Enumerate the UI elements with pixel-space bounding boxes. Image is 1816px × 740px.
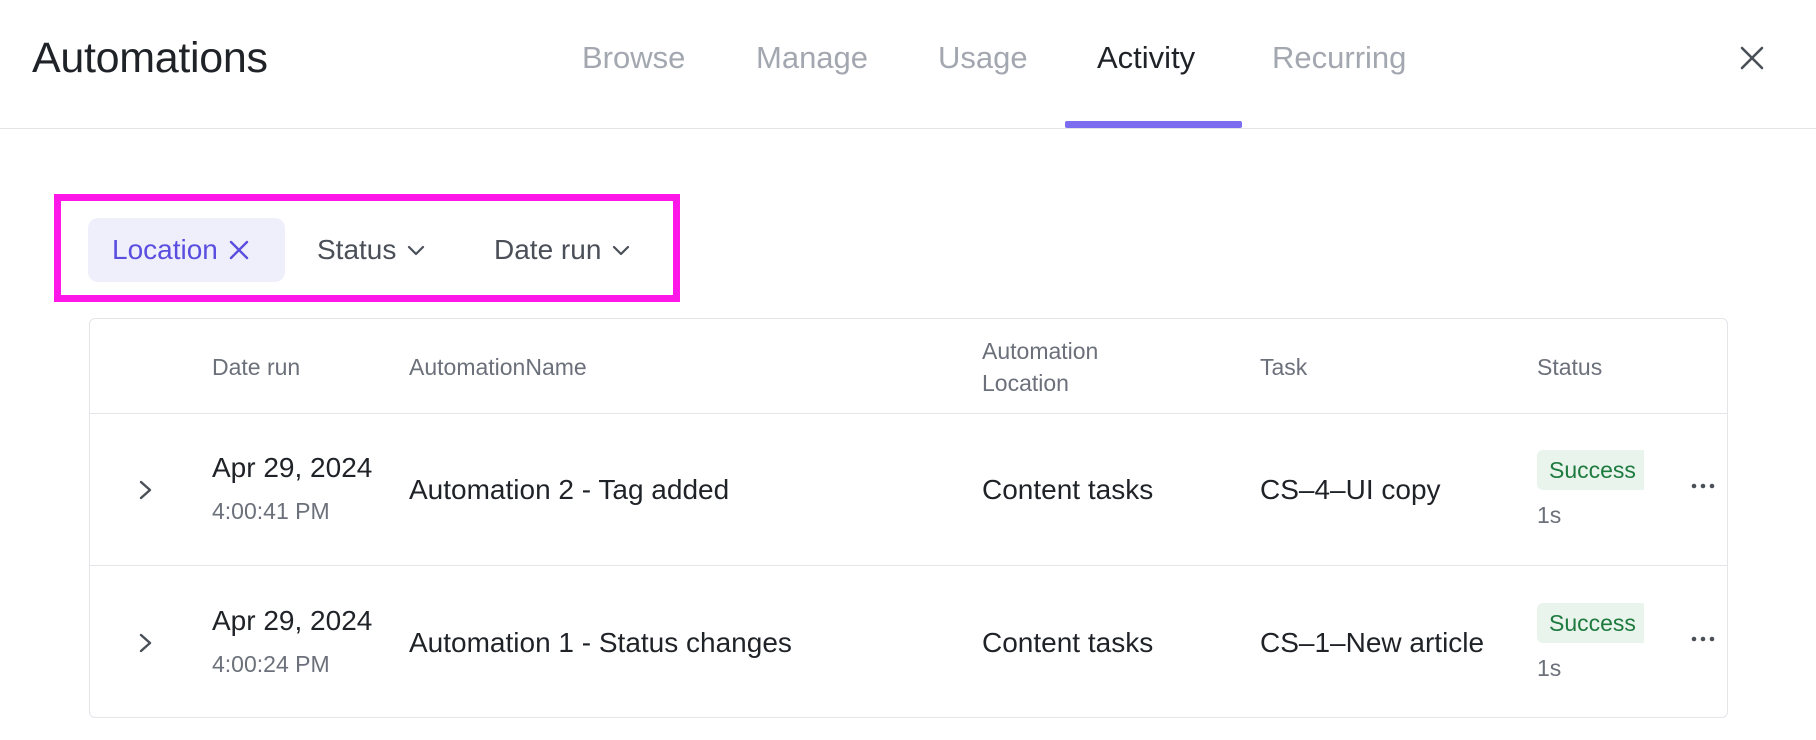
close-icon <box>1740 46 1764 70</box>
chevron-down-icon <box>408 245 425 256</box>
automation-location: Content tasks <box>982 474 1154 505</box>
chevron-right-icon <box>139 480 152 500</box>
more-actions-button[interactable] <box>1688 478 1718 494</box>
column-header-automation-location[interactable]: Automation Location <box>982 335 1098 399</box>
run-duration: 1s <box>1537 655 1562 681</box>
task-name[interactable]: CS–1–New article <box>1260 627 1484 659</box>
column-header-location-line1: Automation <box>982 338 1099 364</box>
app-header: Automations Browse Manage Usage Activity… <box>0 0 1816 129</box>
status-filter-dropdown[interactable]: Status <box>317 218 426 282</box>
tab-activity[interactable]: Activity <box>1097 40 1195 76</box>
tab-bar: Browse Manage Usage Activity Recurring <box>0 0 1816 129</box>
automation-location: Content tasks <box>982 627 1154 658</box>
table-row[interactable]: Apr 29, 2024 4:00:24 PM Automation 1 - S… <box>90 567 1727 717</box>
automation-name: Automation 2 - Tag added <box>409 474 730 505</box>
column-header-location-line2: Location <box>982 370 1069 396</box>
tab-recurring[interactable]: Recurring <box>1272 40 1406 76</box>
more-horizontal-icon <box>1691 636 1715 642</box>
close-icon[interactable] <box>228 239 250 261</box>
tab-usage[interactable]: Usage <box>938 40 1028 76</box>
run-time: 4:00:41 PM <box>212 498 330 524</box>
date-run-filter-dropdown[interactable]: Date run <box>494 218 631 282</box>
activity-table: Date run AutomationName Automation Locat… <box>89 318 1728 718</box>
location-filter-label: Location <box>112 234 218 265</box>
close-button[interactable] <box>1732 38 1772 78</box>
expand-row-button[interactable] <box>134 474 158 506</box>
status-badge: Success <box>1537 450 1644 490</box>
expand-row-button[interactable] <box>134 627 158 659</box>
tab-manage[interactable]: Manage <box>756 40 868 76</box>
more-actions-button[interactable] <box>1688 631 1718 647</box>
column-header-task[interactable]: Task <box>1260 351 1307 383</box>
chevron-down-icon <box>613 245 630 256</box>
run-duration: 1s <box>1537 502 1562 528</box>
run-date: Apr 29, 2024 <box>212 605 373 636</box>
column-header-date-run[interactable]: Date run <box>212 351 300 383</box>
automation-name: Automation 1 - Status changes <box>409 627 792 658</box>
column-header-status[interactable]: Status <box>1537 351 1602 383</box>
run-date: Apr 29, 2024 <box>212 452 373 483</box>
date-run-filter-label: Date run <box>494 234 602 265</box>
status-filter-label: Status <box>317 234 397 265</box>
active-tab-indicator <box>1065 121 1242 128</box>
task-name[interactable]: CS–4–UI copy <box>1260 474 1441 506</box>
tab-browse[interactable]: Browse <box>582 40 685 76</box>
status-badge: Success <box>1537 603 1644 643</box>
more-horizontal-icon <box>1691 483 1715 489</box>
location-filter-chip[interactable]: Location <box>88 218 285 282</box>
run-time: 4:00:24 PM <box>212 651 330 677</box>
table-header: Date run AutomationName Automation Locat… <box>90 319 1727 414</box>
table-row[interactable]: Apr 29, 2024 4:00:41 PM Automation 2 - T… <box>90 414 1727 566</box>
chevron-right-icon <box>139 633 152 653</box>
column-header-automation-name[interactable]: AutomationName <box>409 351 587 383</box>
